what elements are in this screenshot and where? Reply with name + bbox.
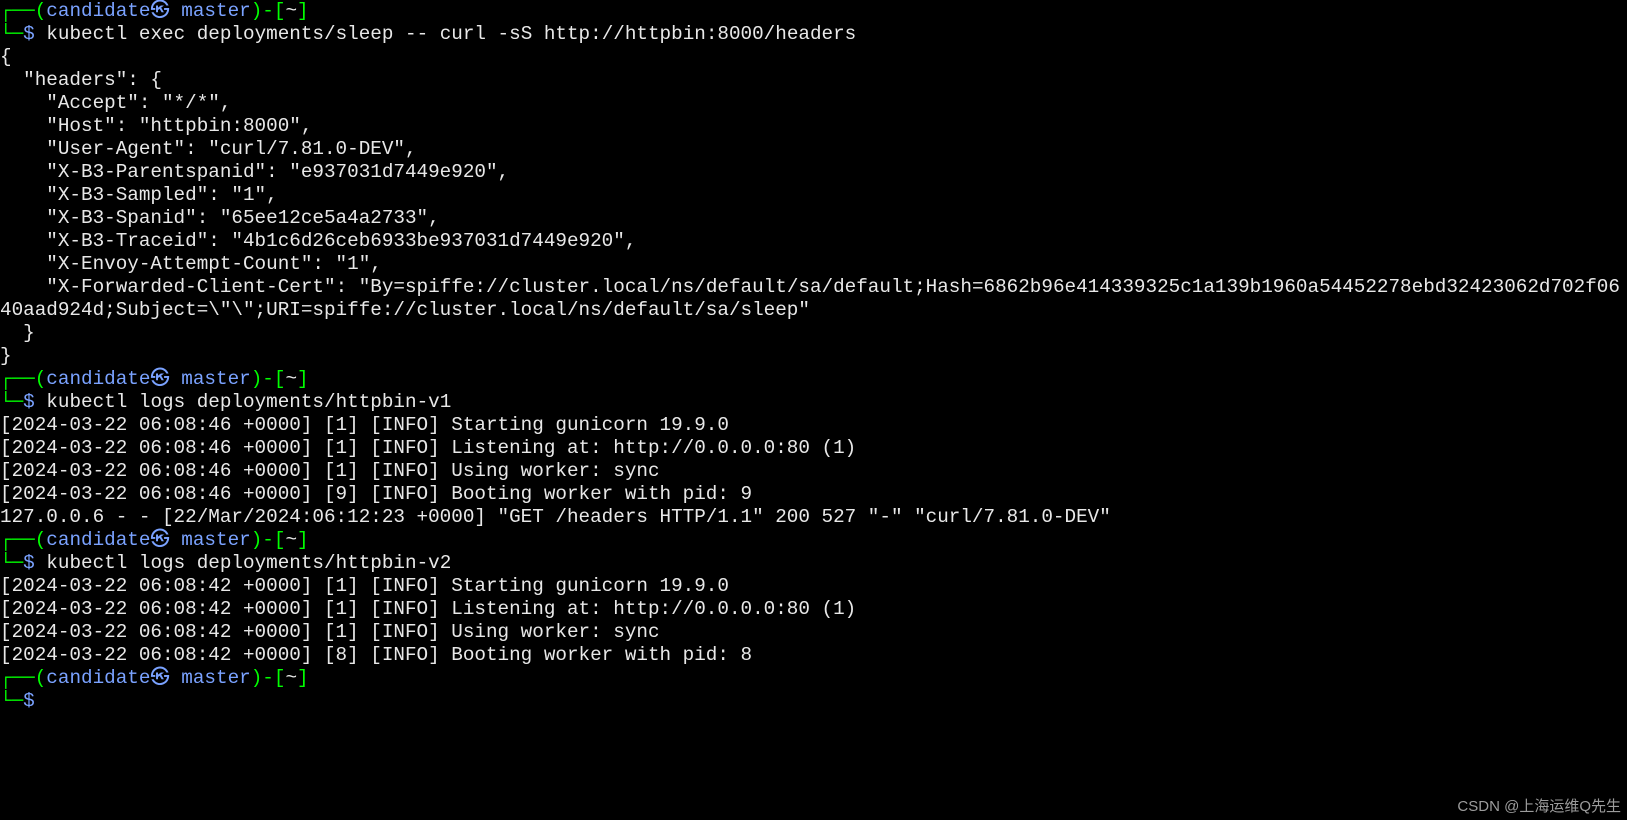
prompt-user-host: candidate㉿ master — [46, 529, 250, 551]
prompt-cwd: ~ — [285, 667, 297, 689]
output-line: "X-B3-Spanid": "65ee12ce5a4a2733", — [0, 207, 1627, 230]
prompt-corner-tl: ┌──( — [0, 667, 46, 689]
prompt-dollar: $ — [23, 552, 35, 574]
prompt-cwd: ~ — [285, 368, 297, 390]
output-line: [2024-03-22 06:08:42 +0000] [1] [INFO] S… — [0, 575, 1627, 598]
prompt-bracket-close: ] — [297, 368, 309, 390]
output-line: "X-B3-Parentspanid": "e937031d7449e920", — [0, 161, 1627, 184]
prompt-corner-bl: └─ — [0, 23, 23, 45]
prompt-dollar: $ — [23, 391, 35, 413]
output-line: [2024-03-22 06:08:46 +0000] [9] [INFO] B… — [0, 483, 1627, 506]
command-text[interactable]: kubectl logs deployments/httpbin-v1 — [35, 391, 452, 413]
prompt-dollar: $ — [23, 23, 35, 45]
prompt-corner-tl: ┌──( — [0, 529, 46, 551]
prompt-line-2: └─$ — [0, 690, 1627, 713]
output-line: { — [0, 46, 1627, 69]
output-line: [2024-03-22 06:08:46 +0000] [1] [INFO] U… — [0, 460, 1627, 483]
output-line: [2024-03-22 06:08:46 +0000] [1] [INFO] S… — [0, 414, 1627, 437]
prompt-line-2: └─$ kubectl logs deployments/httpbin-v2 — [0, 552, 1627, 575]
prompt-user-host: candidate㉿ master — [46, 368, 250, 390]
prompt-bracket-close: ] — [297, 529, 309, 551]
prompt-cwd: ~ — [285, 0, 297, 22]
output-line: "Accept": "*/*", — [0, 92, 1627, 115]
command-text[interactable]: kubectl logs deployments/httpbin-v2 — [35, 552, 452, 574]
output-line: "X-Envoy-Attempt-Count": "1", — [0, 253, 1627, 276]
prompt-user-host: candidate㉿ master — [46, 0, 250, 22]
output-line: [2024-03-22 06:08:42 +0000] [1] [INFO] U… — [0, 621, 1627, 644]
output-line: "headers": { — [0, 69, 1627, 92]
output-line: "X-B3-Traceid": "4b1c6d26ceb6933be937031… — [0, 230, 1627, 253]
output-line: [2024-03-22 06:08:42 +0000] [1] [INFO] L… — [0, 598, 1627, 621]
output-line: [2024-03-22 06:08:42 +0000] [8] [INFO] B… — [0, 644, 1627, 667]
prompt-corner-bl: └─ — [0, 552, 23, 574]
prompt-bracket-close: ] — [297, 0, 309, 22]
prompt-bracket-close: ] — [297, 667, 309, 689]
prompt-line-1: ┌──(candidate㉿ master)-[~] — [0, 0, 1627, 23]
prompt-line-2: └─$ kubectl logs deployments/httpbin-v1 — [0, 391, 1627, 414]
output-line: 127.0.0.6 - - [22/Mar/2024:06:12:23 +000… — [0, 506, 1627, 529]
prompt-corner-bl: └─ — [0, 391, 23, 413]
output-line: [2024-03-22 06:08:46 +0000] [1] [INFO] L… — [0, 437, 1627, 460]
output-line: "User-Agent": "curl/7.81.0-DEV", — [0, 138, 1627, 161]
output-line: "X-Forwarded-Client-Cert": "By=spiffe://… — [0, 276, 1627, 322]
watermark: CSDN @上海运维Q先生 — [1457, 795, 1621, 816]
prompt-line-1: ┌──(candidate㉿ master)-[~] — [0, 529, 1627, 552]
prompt-corner-tl: ┌──( — [0, 0, 46, 22]
output-line: } — [0, 322, 1627, 345]
prompt-line-1: ┌──(candidate㉿ master)-[~] — [0, 667, 1627, 690]
output-line: } — [0, 345, 1627, 368]
output-line: "Host": "httpbin:8000", — [0, 115, 1627, 138]
prompt-user-host: candidate㉿ master — [46, 667, 250, 689]
terminal-output[interactable]: ┌──(candidate㉿ master)-[~]└─$ kubectl ex… — [0, 0, 1627, 713]
prompt-bracket-open: )-[ — [251, 667, 286, 689]
output-line: "X-B3-Sampled": "1", — [0, 184, 1627, 207]
prompt-corner-tl: ┌──( — [0, 368, 46, 390]
prompt-line-2: └─$ kubectl exec deployments/sleep -- cu… — [0, 23, 1627, 46]
prompt-bracket-open: )-[ — [251, 529, 286, 551]
prompt-line-1: ┌──(candidate㉿ master)-[~] — [0, 368, 1627, 391]
command-text[interactable]: kubectl exec deployments/sleep -- curl -… — [35, 23, 857, 45]
prompt-corner-bl: └─ — [0, 690, 23, 712]
prompt-dollar: $ — [23, 690, 35, 712]
prompt-bracket-open: )-[ — [251, 0, 286, 22]
prompt-cwd: ~ — [285, 529, 297, 551]
prompt-bracket-open: )-[ — [251, 368, 286, 390]
